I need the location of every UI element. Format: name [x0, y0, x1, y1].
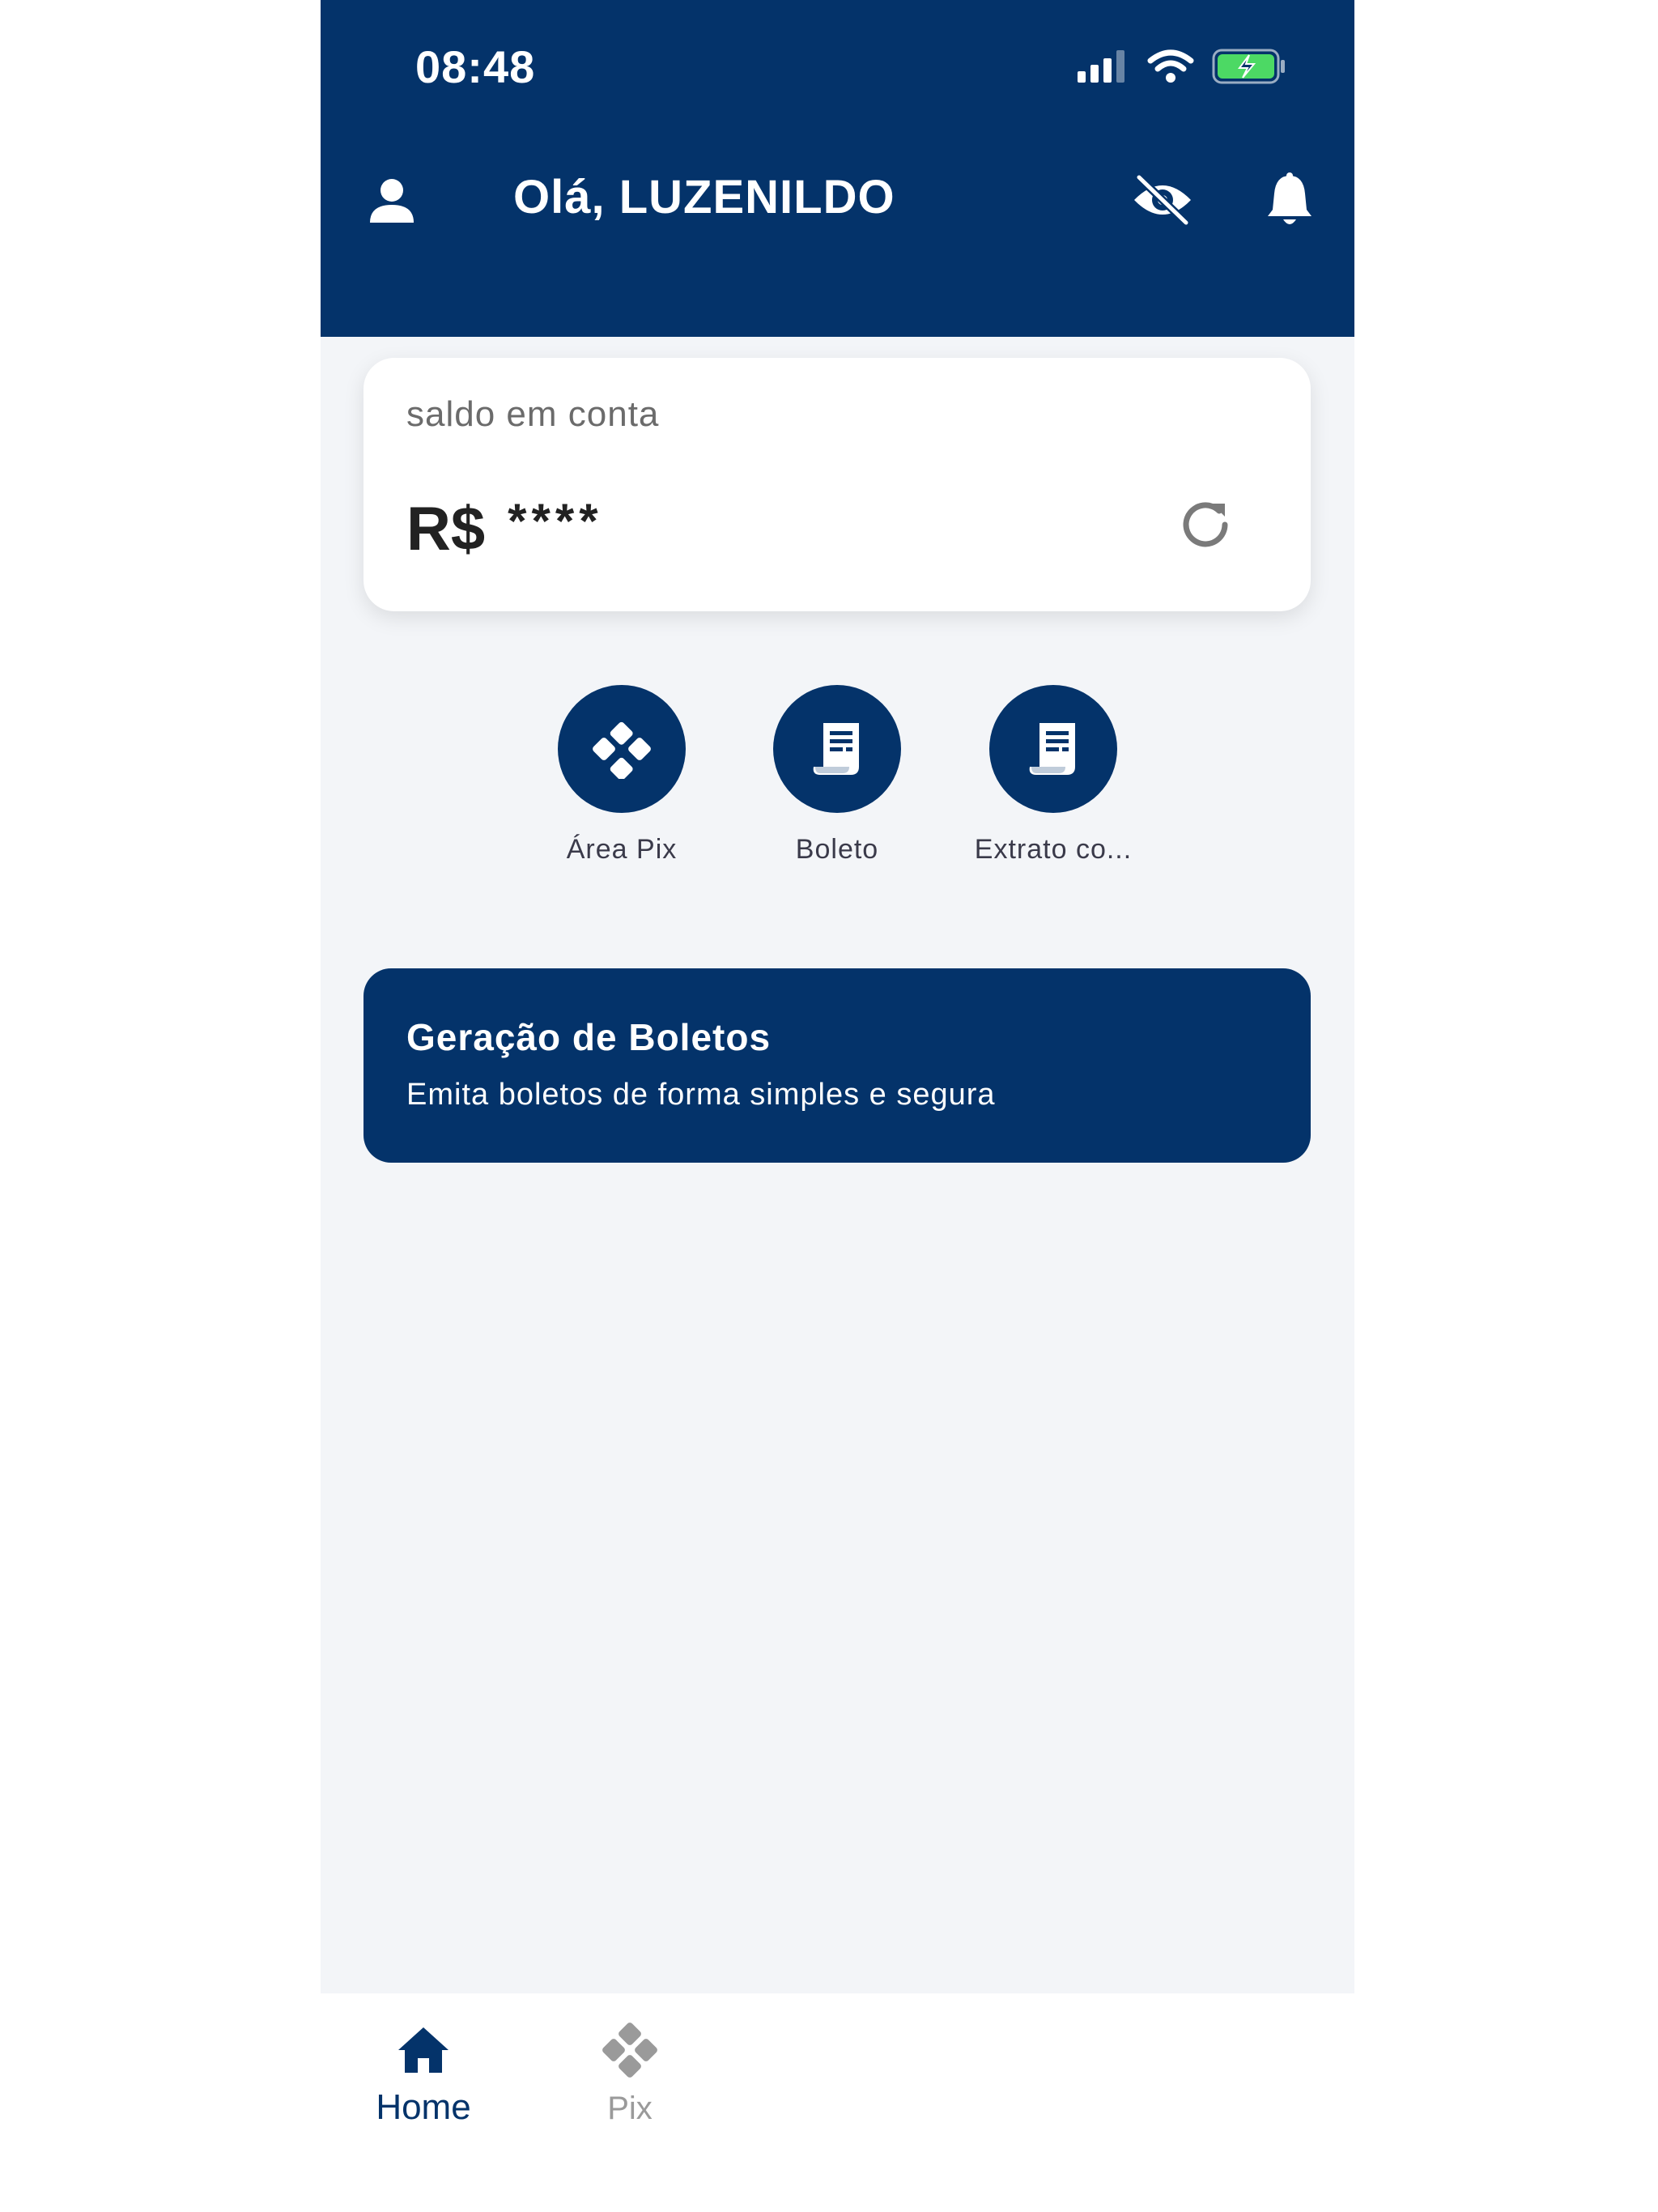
tab-pix[interactable]: Pix [549, 2018, 711, 2127]
battery-charging-icon [1212, 49, 1286, 88]
status-time: 08:48 [415, 41, 536, 92]
quick-action-label: Área Pix [566, 834, 678, 865]
pix-icon [558, 685, 686, 813]
tab-home[interactable]: Home [342, 2018, 504, 2128]
home-icon [391, 2018, 456, 2082]
quick-action-label: Extrato co... [974, 834, 1133, 865]
balance-card: saldo em conta R$ **** [363, 358, 1311, 611]
banner-title: Geração de Boletos [406, 1016, 772, 1058]
phone-screen: 08:48 Olá, LUZENILDO saldo em conta R$ *… [321, 0, 1354, 2212]
header: 08:48 Olá, LUZENILDO [321, 0, 1354, 337]
boleto-generation-banner[interactable]: Geração de Boletos Emita boletos de form… [363, 968, 1311, 1163]
quick-action-extrato[interactable]: Extrato co... [947, 685, 1159, 866]
pix-icon [597, 2018, 662, 2082]
user-icon[interactable] [361, 170, 423, 232]
cellular-signal-icon [1078, 50, 1129, 87]
banner-subtitle: Emita boletos de forma simples e segura [406, 1078, 996, 1112]
bell-icon[interactable] [1256, 166, 1324, 234]
eye-off-icon[interactable] [1129, 166, 1197, 234]
bottom-tab-bar: Home Pix [321, 1993, 1354, 2212]
receipt-icon [989, 685, 1117, 813]
tab-label: Home [376, 2087, 471, 2127]
refresh-icon[interactable] [1175, 494, 1236, 555]
tab-label: Pix [607, 2091, 653, 2126]
quick-action-boleto[interactable]: Boleto [731, 685, 943, 866]
main-content: saldo em conta R$ **** Área Pix Boleto E… [321, 337, 1354, 1993]
receipt-icon [773, 685, 901, 813]
balance-currency: R$ [406, 495, 486, 564]
balance-label: saldo em conta [406, 394, 660, 434]
status-icons [1078, 49, 1286, 88]
greeting-title: Olá, LUZENILDO [513, 171, 895, 223]
quick-actions: Área Pix Boleto Extrato co... [321, 685, 1354, 895]
balance-value: R$ **** [406, 494, 603, 564]
quick-action-label: Boleto [795, 834, 879, 865]
wifi-icon [1147, 49, 1194, 87]
balance-masked-amount: **** [508, 494, 603, 548]
quick-action-area-pix[interactable]: Área Pix [516, 685, 728, 866]
